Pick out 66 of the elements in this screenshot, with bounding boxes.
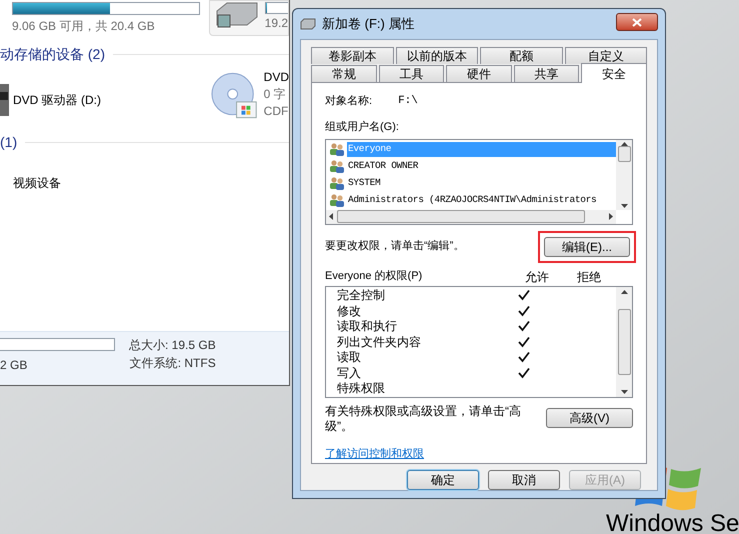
- scroll-thumb[interactable]: [618, 308, 630, 374]
- tab[interactable]: 自定义: [564, 47, 647, 64]
- object-name-value: F:\: [398, 94, 418, 109]
- free-space-text: 9.06 GB 可用，共 20.4 GB: [12, 20, 156, 32]
- tab[interactable]: 共享: [514, 65, 580, 82]
- drive-size-text: 19.2: [264, 17, 288, 29]
- scroll-thumb[interactable]: [618, 146, 630, 162]
- dialog-button[interactable]: 取消: [488, 470, 560, 490]
- file-system-text: 文件系统: NTFS: [130, 357, 216, 369]
- scroll-thumb[interactable]: [337, 210, 585, 223]
- permissions-label: Everyone 的权限(P): [325, 269, 424, 284]
- scroll-down-icon: [620, 204, 628, 208]
- users-icon: [329, 142, 345, 156]
- permission-name: 完全控制: [336, 289, 386, 302]
- dialog-button[interactable]: 确定: [407, 470, 479, 490]
- drive-name: DVD 驱动器 (D:): [13, 94, 101, 106]
- object-name-label: 对象名称:: [325, 94, 372, 109]
- permission-name: 列出文件夹内容: [336, 336, 422, 348]
- close-button[interactable]: [616, 13, 658, 31]
- drive-detail-text: DVD: [264, 71, 289, 83]
- advanced-hint: 有关特殊权限或高级设置，请单击“高级”。: [325, 404, 522, 434]
- allow-header: 允许: [525, 268, 550, 286]
- users-icon: [329, 193, 345, 207]
- user-group-item[interactable]: Administrators (4RZAOJOCRS4NTIW\Administrators: [347, 192, 598, 208]
- deny-header: 拒绝: [577, 268, 602, 286]
- scroll-up-icon: [620, 290, 628, 294]
- tab[interactable]: 工具: [378, 65, 444, 82]
- tab[interactable]: 卷影副本: [311, 47, 394, 64]
- drive-detail-text: 0 字: [264, 88, 287, 100]
- device-name: 视频设备: [13, 175, 62, 192]
- vertical-scrollbar[interactable]: [616, 140, 632, 210]
- help-link[interactable]: 了解访问控制和权限: [325, 446, 424, 462]
- brand-text: Windows Se: [606, 512, 739, 534]
- horizontal-scrollbar[interactable]: [326, 210, 616, 224]
- permission-name: 写入: [336, 366, 362, 379]
- permission-name: 读取和执行: [336, 320, 398, 332]
- window-title: 新加卷 (F:) 属性: [322, 15, 416, 34]
- dialog-button[interactable]: 编辑(E)...: [544, 236, 630, 256]
- total-size-text: 总大小: 19.5 GB: [129, 339, 216, 351]
- permission-name: 修改: [336, 304, 362, 317]
- drive-detail-text: CDF: [264, 105, 289, 117]
- tab[interactable]: 配额: [480, 47, 562, 64]
- groups-label: 组或用户名(G):: [325, 120, 400, 135]
- tab[interactable]: 常规: [311, 65, 377, 82]
- tab[interactable]: 硬件: [446, 65, 512, 82]
- users-icon: [329, 159, 345, 173]
- users-icon: [329, 176, 345, 190]
- used-space-text: 2 GB: [0, 359, 28, 371]
- edit-hint: 要更改权限，请单击“编辑”。: [325, 239, 464, 254]
- tab[interactable]: 以前的版本: [396, 47, 478, 64]
- drive-icon: [300, 18, 316, 30]
- permission-name: 读取: [336, 351, 362, 364]
- permission-name: 特殊权限: [336, 382, 386, 394]
- section-heading: (1): [0, 132, 18, 152]
- tab[interactable]: 安全: [581, 63, 647, 83]
- scroll-right-icon: [609, 213, 613, 220]
- dvd-drive-icon: [0, 82, 10, 118]
- scroll-left-icon: [329, 213, 333, 220]
- user-group-item[interactable]: SYSTEM: [347, 176, 382, 190]
- vertical-scrollbar[interactable]: [616, 286, 632, 396]
- close-icon: [632, 18, 642, 26]
- dialog-button[interactable]: 高级(V): [546, 408, 633, 428]
- disc-icon: [211, 72, 259, 120]
- section-heading: 动存储的设备 (2): [0, 44, 105, 64]
- scroll-down-icon: [620, 390, 628, 394]
- user-group-item[interactable]: CREATOR OWNER: [347, 158, 420, 174]
